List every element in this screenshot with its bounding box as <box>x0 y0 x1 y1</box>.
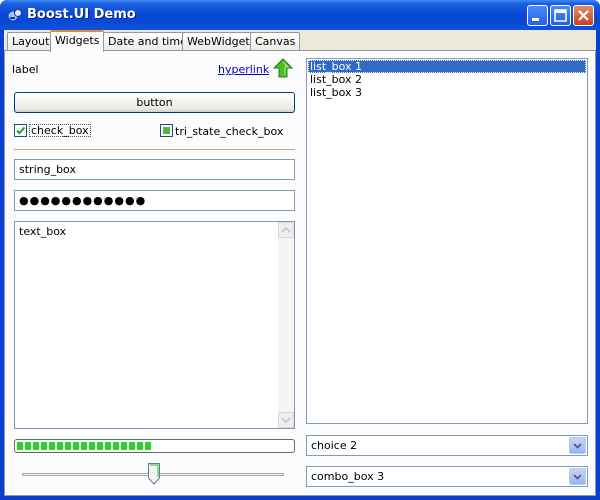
progress-segment <box>25 442 31 450</box>
tab-date-and-time[interactable]: Date and time <box>103 32 192 51</box>
scroll-down-button[interactable] <box>278 412 294 428</box>
text-box[interactable]: text_box <box>14 221 295 429</box>
progress-segment <box>121 442 127 450</box>
progress-segment <box>73 442 79 450</box>
check-box-label[interactable]: check_box <box>29 124 91 137</box>
app-window: Boost.UI Demo Layout Widgets Date and ti… <box>0 0 600 500</box>
tab-label: Layout <box>12 35 50 48</box>
close-button[interactable] <box>573 5 594 26</box>
progress-segment <box>65 442 71 450</box>
progress-segment <box>97 442 103 450</box>
choice-select[interactable]: choice 2 <box>306 435 588 456</box>
tri-state-check-box-label[interactable]: tri_state_check_box <box>175 125 283 138</box>
check-box[interactable] <box>14 124 27 137</box>
chevron-down-icon <box>573 443 582 449</box>
green-up-arrow-icon <box>273 58 293 78</box>
indeterminate-mark <box>163 127 170 134</box>
separator <box>14 149 295 150</box>
title-bar[interactable]: Boost.UI Demo <box>0 0 600 30</box>
slider-thumb[interactable] <box>148 463 160 485</box>
window-title: Boost.UI Demo <box>27 7 136 22</box>
chevron-down-icon <box>573 474 582 480</box>
progress-bar <box>14 439 295 453</box>
tab-widgets[interactable]: Widgets <box>50 30 105 52</box>
tab-label: Widgets <box>55 34 100 47</box>
progress-segment <box>113 442 119 450</box>
tab-layout[interactable]: Layout <box>7 32 55 51</box>
list-item[interactable]: list_box 2 <box>308 73 586 86</box>
tab-label: WebWidget <box>187 35 250 48</box>
combo-box-dropdown-button[interactable] <box>569 468 586 485</box>
choice-value: choice 2 <box>311 439 358 452</box>
minimize-icon <box>532 18 539 21</box>
progress-segment <box>89 442 95 450</box>
maximize-icon <box>554 9 567 22</box>
scroll-up-button[interactable] <box>278 222 294 238</box>
chevron-up-icon <box>281 226 291 233</box>
close-icon <box>578 10 589 21</box>
list-item[interactable]: list_box 3 <box>308 86 586 99</box>
password-box[interactable]: ●●●●●●●●●●●● <box>14 190 295 211</box>
progress-fill <box>17 442 292 450</box>
label-text: label <box>12 63 39 76</box>
minimize-button[interactable] <box>527 5 548 26</box>
tri-state-check-box[interactable] <box>160 124 173 137</box>
chevron-down-icon <box>281 417 291 424</box>
progress-segment <box>145 442 151 450</box>
list-item[interactable]: list_box 1 <box>308 60 586 73</box>
progress-segment <box>137 442 143 450</box>
string-box[interactable]: string_box <box>14 159 295 180</box>
text-box-content: text_box <box>19 225 67 238</box>
progress-segment <box>105 442 111 450</box>
tab-label: Date and time <box>108 35 187 48</box>
progress-segment <box>41 442 47 450</box>
checkmark-icon <box>16 126 26 135</box>
combo-box-value: combo_box 3 <box>311 470 385 483</box>
progress-segment <box>49 442 55 450</box>
text-box-scrollbar[interactable] <box>278 222 294 428</box>
tab-label: Canvas <box>255 35 296 48</box>
client-area: Layout Widgets Date and time WebWidget C… <box>4 30 596 496</box>
widgets-panel: label hyperlink button check_box tri_sta… <box>4 50 596 496</box>
tab-webwidget[interactable]: WebWidget <box>182 32 255 51</box>
button[interactable]: button <box>14 92 295 113</box>
hyperlink[interactable]: hyperlink <box>218 63 269 76</box>
tab-canvas[interactable]: Canvas <box>250 32 301 51</box>
progress-segment <box>33 442 39 450</box>
choice-dropdown-button[interactable] <box>569 437 586 454</box>
maximize-button[interactable] <box>550 5 571 26</box>
progress-segment <box>81 442 87 450</box>
combo-box[interactable]: combo_box 3 <box>306 466 588 487</box>
list-box[interactable]: list_box 1 list_box 2 list_box 3 <box>306 58 588 424</box>
app-icon <box>7 9 22 22</box>
progress-segment <box>57 442 63 450</box>
progress-segment <box>129 442 135 450</box>
progress-segment <box>17 442 23 450</box>
